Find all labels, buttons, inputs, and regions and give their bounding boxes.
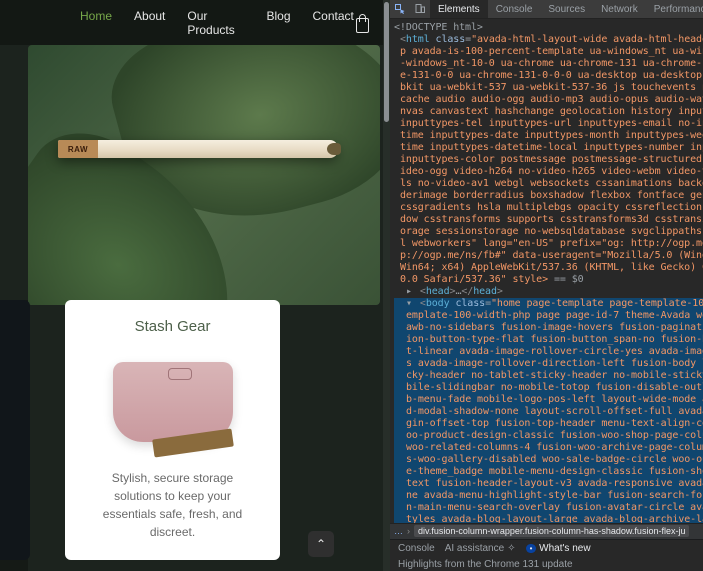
tab-console[interactable]: Console	[488, 0, 541, 18]
breadcrumb-current[interactable]: div.fusion-column-wrapper.fusion-column-…	[414, 525, 689, 537]
devtools-drawer: Console AI assistance ✧ • What's new ✕ H…	[390, 539, 703, 571]
website-viewport: Home About Our Products Blog Contact ng …	[0, 0, 390, 571]
tab-sources[interactable]: Sources	[540, 0, 593, 18]
product-cards-row: ng Accessories KINGSIZE DoinkROLLERZ l t…	[0, 300, 360, 560]
devtools-main-panel: Elements Console Sources Network Perform…	[390, 0, 703, 571]
page-scrollbar-thumb[interactable]	[384, 2, 389, 122]
breadcrumb-ellipsis[interactable]: …	[394, 526, 403, 536]
dom-html-open[interactable]: <html class="avada-html-layout-wide avad…	[394, 34, 703, 286]
hero-image	[28, 45, 380, 305]
dom-breadcrumbs[interactable]: … › div.fusion-column-wrapper.fusion-col…	[390, 523, 703, 539]
main-nav: Home About Our Products Blog Contact	[80, 9, 354, 37]
drawer-tab-ai-assistance[interactable]: AI assistance ✧	[445, 543, 516, 554]
sparkle-icon: ✧	[507, 543, 515, 554]
page-scrollbar[interactable]	[383, 0, 390, 571]
device-toolbar-icon[interactable]	[410, 0, 430, 18]
tab-elements[interactable]: Elements	[430, 0, 488, 18]
card-stash-gear[interactable]: Stash Gear Stylish, secure storage solut…	[65, 300, 280, 560]
dom-doctype[interactable]: <!DOCTYPE html>	[394, 22, 703, 34]
nav-our-products[interactable]: Our Products	[187, 9, 244, 37]
drawer-tab-console[interactable]: Console	[398, 543, 435, 554]
cart-icon[interactable]	[354, 13, 371, 33]
devtools-panel: Elements Console Sources Network Perform…	[390, 0, 703, 571]
nav-about[interactable]: About	[134, 9, 165, 37]
nav-home[interactable]: Home	[80, 9, 112, 37]
pouch-graphic	[113, 362, 233, 442]
new-badge-icon: •	[526, 544, 537, 553]
devtools-toolbar: Elements Console Sources Network Perform…	[390, 0, 703, 19]
drawer-content: Highlights from the Chrome 131 update	[390, 558, 703, 571]
tab-performance[interactable]: Performance	[646, 0, 703, 18]
card-image	[113, 347, 233, 457]
scroll-to-top-button[interactable]: ⌃	[308, 531, 334, 557]
nav-blog[interactable]: Blog	[266, 9, 290, 37]
caret-icon[interactable]	[406, 286, 414, 298]
nav-contact[interactable]: Contact	[313, 9, 354, 37]
tab-network[interactable]: Network	[593, 0, 646, 18]
inspect-element-icon[interactable]	[390, 0, 410, 18]
card-description: Stylish, secure storage solutions to kee…	[103, 469, 242, 541]
site-header: Home About Our Products Blog Contact	[0, 0, 383, 45]
hero-joint-graphic	[58, 140, 338, 158]
caret-icon[interactable]	[406, 298, 414, 310]
drawer-tab-whats-new[interactable]: • What's new	[526, 543, 591, 554]
dom-body-open[interactable]: <body class="home page-template page-tem…	[394, 298, 703, 523]
dom-head[interactable]: <head>…</head>	[394, 286, 703, 298]
card-accessories[interactable]: ng Accessories KINGSIZE DoinkROLLERZ l t…	[0, 300, 30, 560]
card-title: Stash Gear	[135, 318, 211, 335]
dom-tree[interactable]: <!DOCTYPE html> <html class="avada-html-…	[390, 19, 703, 523]
